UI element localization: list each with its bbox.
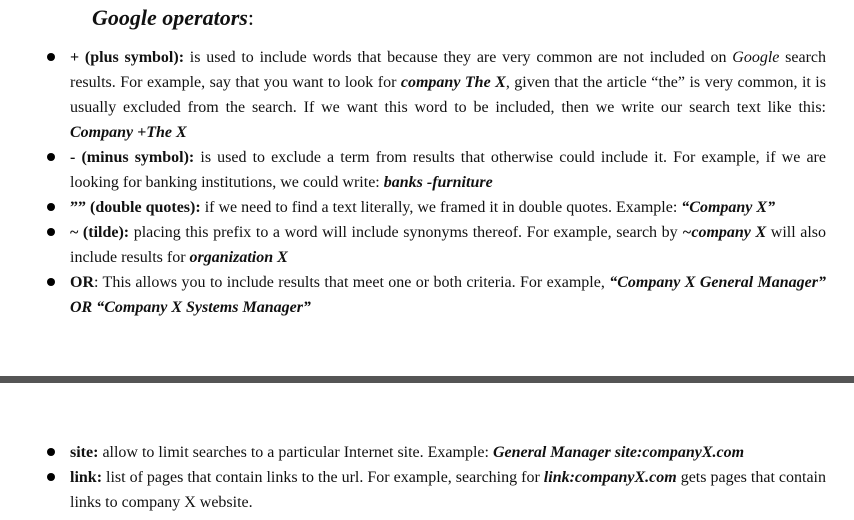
google-name: Google <box>732 49 780 66</box>
example-text: company The X <box>400 74 506 91</box>
section-heading: Google operators: <box>92 5 254 31</box>
list-item-link-operator: link: list of pages that contain links t… <box>0 465 854 515</box>
bullet-icon <box>47 153 55 161</box>
example-text: General Manager site:companyX.com <box>492 444 745 461</box>
operator-term: site: <box>70 444 99 461</box>
list-item-minus-operator: - (minus symbol): is used to exclude a t… <box>0 145 854 195</box>
operator-term: + (plus symbol): <box>70 49 185 66</box>
list-item-tilde-operator: ~ (tilde): placing this prefix to a word… <box>0 220 854 270</box>
bullet-icon <box>47 278 55 286</box>
example-text: Company +The X <box>70 124 187 141</box>
operator-text: : This allows you to include results tha… <box>94 274 610 291</box>
list-item-site-operator: site: allow to limit searches to a parti… <box>0 440 854 465</box>
bullet-icon <box>47 203 55 211</box>
example-text: ~company X <box>682 224 767 241</box>
section-heading-colon: : <box>247 5 254 30</box>
example-text: link:companyX.com <box>543 469 677 486</box>
operator-text: is used to include words that because th… <box>184 49 733 66</box>
operator-term: OR <box>70 274 94 291</box>
operator-text: if we need to find a text literally, we … <box>200 199 682 216</box>
list-item-or-operator: OR: This allows you to include results t… <box>0 270 854 320</box>
list-item-plus-operator: + (plus symbol): is used to include word… <box>0 45 854 145</box>
operator-term: - (minus symbol): <box>70 149 195 166</box>
operator-text: list of pages that contain links to the … <box>102 469 544 486</box>
operator-text: placing this prefix to a word will inclu… <box>129 224 683 241</box>
list-item-quotes-operator: ”” (double quotes): if we need to find a… <box>0 195 854 220</box>
operator-term: link: <box>70 469 103 486</box>
operator-term: ~ (tilde): <box>70 224 130 241</box>
example-text: organization X <box>189 249 288 266</box>
operator-list-bottom: site: allow to limit searches to a parti… <box>0 440 854 515</box>
bullet-icon <box>47 53 55 61</box>
operator-list-top: + (plus symbol): is used to include word… <box>0 45 854 320</box>
section-heading-emphasis: Google operators <box>92 5 248 30</box>
bullet-icon <box>47 473 55 481</box>
bullet-icon <box>47 448 55 456</box>
bullet-icon <box>47 228 55 236</box>
example-text: “Company X” <box>681 199 776 216</box>
example-text: banks -furniture <box>383 174 493 191</box>
page-divider <box>0 376 854 383</box>
operator-text: allow to limit searches to a particular … <box>98 444 493 461</box>
operator-term: ”” (double quotes): <box>70 199 201 216</box>
